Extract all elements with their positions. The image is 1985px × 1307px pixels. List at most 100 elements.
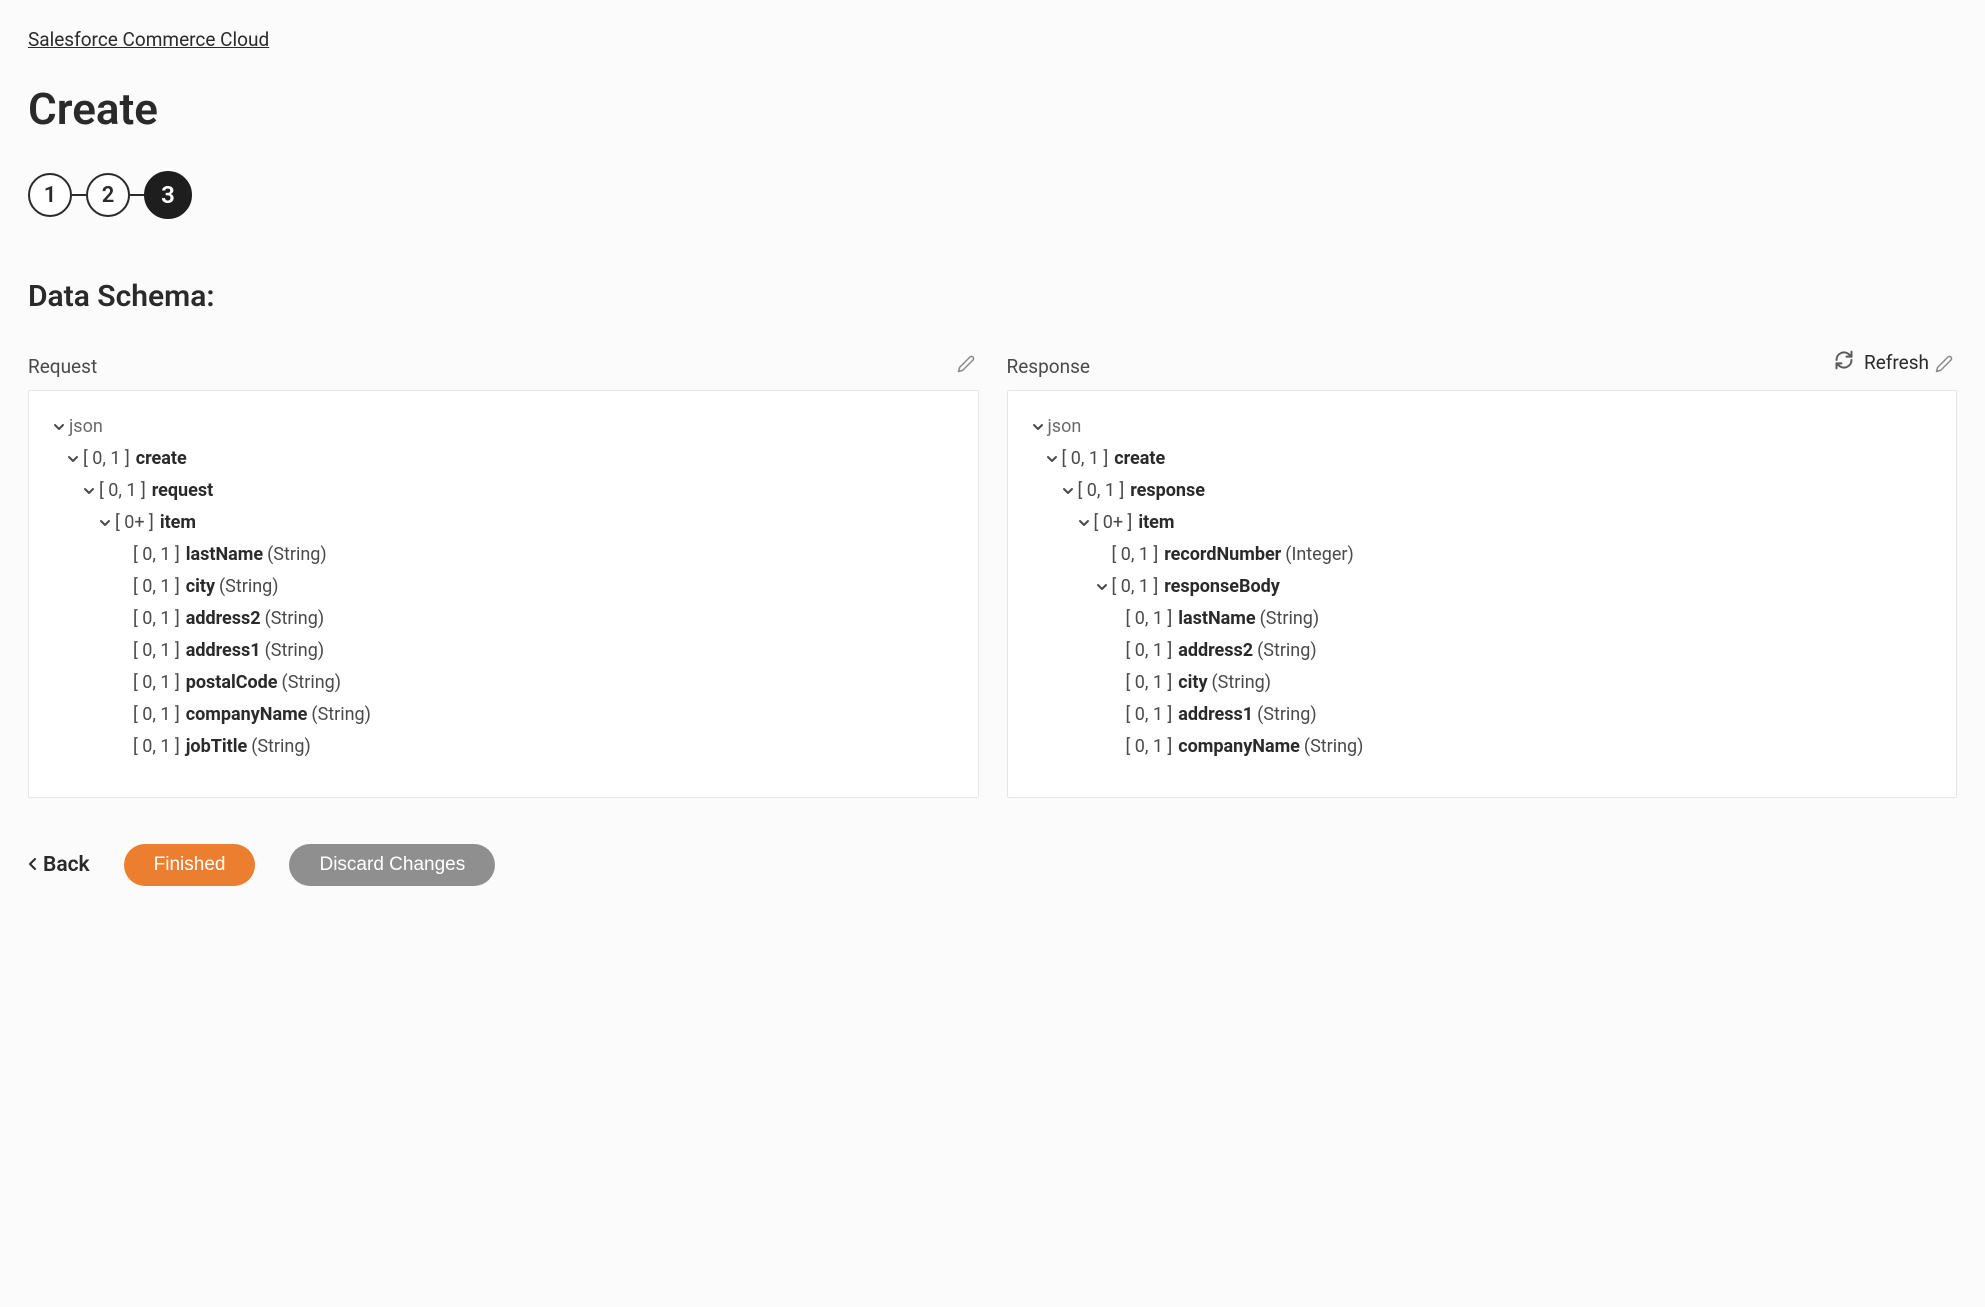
breadcrumb-link[interactable]: Salesforce Commerce Cloud bbox=[28, 28, 269, 51]
cardinality: [ 0, 1 ] bbox=[133, 642, 180, 660]
cardinality: [ 0+ ] bbox=[1094, 514, 1133, 532]
cardinality: [ 0, 1 ] bbox=[133, 706, 180, 724]
tree-node-name: lastName bbox=[1178, 610, 1255, 628]
tree-node-name: response bbox=[1130, 482, 1205, 500]
chevron-down-icon bbox=[79, 484, 99, 498]
tree-node[interactable]: [ 0, 1 ] address2 (String) bbox=[49, 603, 958, 635]
tree-node-type: (String) bbox=[1260, 610, 1320, 628]
tree-node[interactable]: [ 0+ ] item bbox=[1028, 507, 1937, 539]
cardinality: [ 0, 1 ] bbox=[1126, 610, 1173, 628]
tree-node-type: (String) bbox=[265, 642, 325, 660]
tree-node-name: lastName bbox=[186, 546, 263, 564]
tree-node-label: json bbox=[1048, 418, 1082, 436]
step-connector bbox=[72, 194, 86, 196]
tree-node-name: address1 bbox=[1178, 706, 1253, 724]
tree-node[interactable]: [ 0+ ] item bbox=[49, 507, 958, 539]
cardinality: [ 0, 1 ] bbox=[1126, 674, 1173, 692]
chevron-down-icon bbox=[1092, 580, 1112, 594]
tree-node-name: address2 bbox=[1178, 642, 1253, 660]
cardinality: [ 0+ ] bbox=[115, 514, 154, 532]
step-1[interactable]: 1 bbox=[28, 173, 72, 217]
tree-node-name: item bbox=[160, 514, 196, 532]
tree-node-name: address1 bbox=[186, 642, 261, 660]
finished-button[interactable]: Finished bbox=[124, 844, 256, 886]
edit-response-icon[interactable] bbox=[1935, 355, 1953, 378]
tree-node-name: request bbox=[152, 482, 213, 500]
tree-node-type: (String) bbox=[267, 546, 327, 564]
request-panel: json[ 0, 1 ]create[ 0, 1 ]request[ 0+ ]i… bbox=[28, 390, 979, 798]
section-title: Data Schema: bbox=[28, 279, 1957, 314]
tree-node-type: (Integer) bbox=[1285, 546, 1353, 564]
cardinality: [ 0, 1 ] bbox=[1062, 450, 1109, 468]
tree-node-type: (String) bbox=[311, 706, 371, 724]
step-connector bbox=[130, 194, 144, 196]
tree-node-type: (String) bbox=[251, 738, 311, 756]
cardinality: [ 0, 1 ] bbox=[1112, 546, 1159, 564]
tree-node[interactable]: [ 0, 1 ] address2 (String) bbox=[1028, 635, 1937, 667]
chevron-down-icon bbox=[1058, 484, 1078, 498]
cardinality: [ 0, 1 ] bbox=[1126, 738, 1173, 756]
response-panel-label: Response bbox=[1007, 355, 1090, 378]
tree-node-type: (String) bbox=[1257, 642, 1317, 660]
discard-button[interactable]: Discard Changes bbox=[289, 844, 495, 886]
cardinality: [ 0, 1 ] bbox=[1112, 578, 1159, 596]
tree-node-root[interactable]: json bbox=[1028, 411, 1937, 443]
tree-node[interactable]: [ 0, 1 ]jobTitle (String) bbox=[49, 731, 958, 763]
tree-node-name: companyName bbox=[1178, 738, 1300, 756]
tree-node-type: (String) bbox=[282, 674, 342, 692]
cardinality: [ 0, 1 ] bbox=[1078, 482, 1125, 500]
tree-node-root[interactable]: json bbox=[49, 411, 958, 443]
cardinality: [ 0, 1 ] bbox=[1126, 706, 1173, 724]
cardinality: [ 0, 1 ] bbox=[133, 610, 180, 628]
step-2[interactable]: 2 bbox=[86, 173, 130, 217]
tree-node-type: (String) bbox=[265, 610, 325, 628]
tree-node-name: recordNumber bbox=[1164, 546, 1281, 564]
tree-node[interactable]: [ 0, 1 ]request bbox=[49, 475, 958, 507]
tree-node-type: (String) bbox=[1257, 706, 1317, 724]
tree-node[interactable]: [ 0, 1 ] companyName (String) bbox=[1028, 731, 1937, 763]
tree-node[interactable]: [ 0, 1 ]responseBody bbox=[1028, 571, 1937, 603]
stepper: 1 2 3 bbox=[28, 171, 1957, 219]
cardinality: [ 0, 1 ] bbox=[133, 674, 180, 692]
request-panel-label: Request bbox=[28, 355, 97, 378]
chevron-down-icon bbox=[63, 452, 83, 466]
tree-node[interactable]: [ 0, 1 ] companyName (String) bbox=[49, 699, 958, 731]
tree-node-name: jobTitle bbox=[186, 738, 247, 756]
tree-node[interactable]: [ 0, 1 ] postalCode (String) bbox=[49, 667, 958, 699]
step-3[interactable]: 3 bbox=[144, 171, 192, 219]
cardinality: [ 0, 1 ] bbox=[1126, 642, 1173, 660]
tree-node[interactable]: [ 0, 1 ]city (String) bbox=[49, 571, 958, 603]
tree-node-type: (String) bbox=[1304, 738, 1364, 756]
chevron-left-icon bbox=[28, 853, 37, 877]
back-label: Back bbox=[43, 853, 90, 877]
tree-node-name: postalCode bbox=[186, 674, 278, 692]
tree-node[interactable]: [ 0, 1 ] city (String) bbox=[1028, 667, 1937, 699]
tree-node-name: create bbox=[136, 450, 187, 468]
tree-node-name: address2 bbox=[186, 610, 261, 628]
tree-node[interactable]: [ 0, 1 ] lastName (String) bbox=[1028, 603, 1937, 635]
chevron-down-icon bbox=[49, 420, 69, 434]
tree-node-name: item bbox=[1138, 514, 1174, 532]
cardinality: [ 0, 1 ] bbox=[83, 450, 130, 468]
cardinality: [ 0, 1 ] bbox=[133, 546, 180, 564]
tree-node[interactable]: [ 0, 1 ] create bbox=[1028, 443, 1937, 475]
page-title: Create bbox=[28, 83, 1957, 135]
tree-node[interactable]: [ 0, 1 ] create bbox=[49, 443, 958, 475]
cardinality: [ 0, 1 ] bbox=[133, 578, 180, 596]
tree-node[interactable]: [ 0, 1 ] address1 (String) bbox=[1028, 699, 1937, 731]
tree-node-type: (String) bbox=[219, 578, 279, 596]
tree-node[interactable]: [ 0, 1 ] response bbox=[1028, 475, 1937, 507]
chevron-down-icon bbox=[95, 516, 115, 530]
tree-node-name: city bbox=[1178, 674, 1207, 692]
back-button[interactable]: Back bbox=[28, 853, 90, 877]
tree-node-type: (String) bbox=[1212, 674, 1272, 692]
response-panel: json [ 0, 1 ] create [ 0, 1 ] response [ 0+ ]… bbox=[1007, 390, 1958, 798]
tree-node-name: companyName bbox=[186, 706, 308, 724]
chevron-down-icon bbox=[1028, 420, 1048, 434]
tree-node[interactable]: [ 0, 1 ] lastName (String) bbox=[49, 539, 958, 571]
chevron-down-icon bbox=[1042, 452, 1062, 466]
tree-node-name: create bbox=[1114, 450, 1165, 468]
tree-node[interactable]: [ 0, 1 ] address1 (String) bbox=[49, 635, 958, 667]
tree-node[interactable]: [ 0, 1 ] recordNumber (Integer) bbox=[1028, 539, 1937, 571]
edit-request-icon[interactable] bbox=[957, 355, 975, 378]
